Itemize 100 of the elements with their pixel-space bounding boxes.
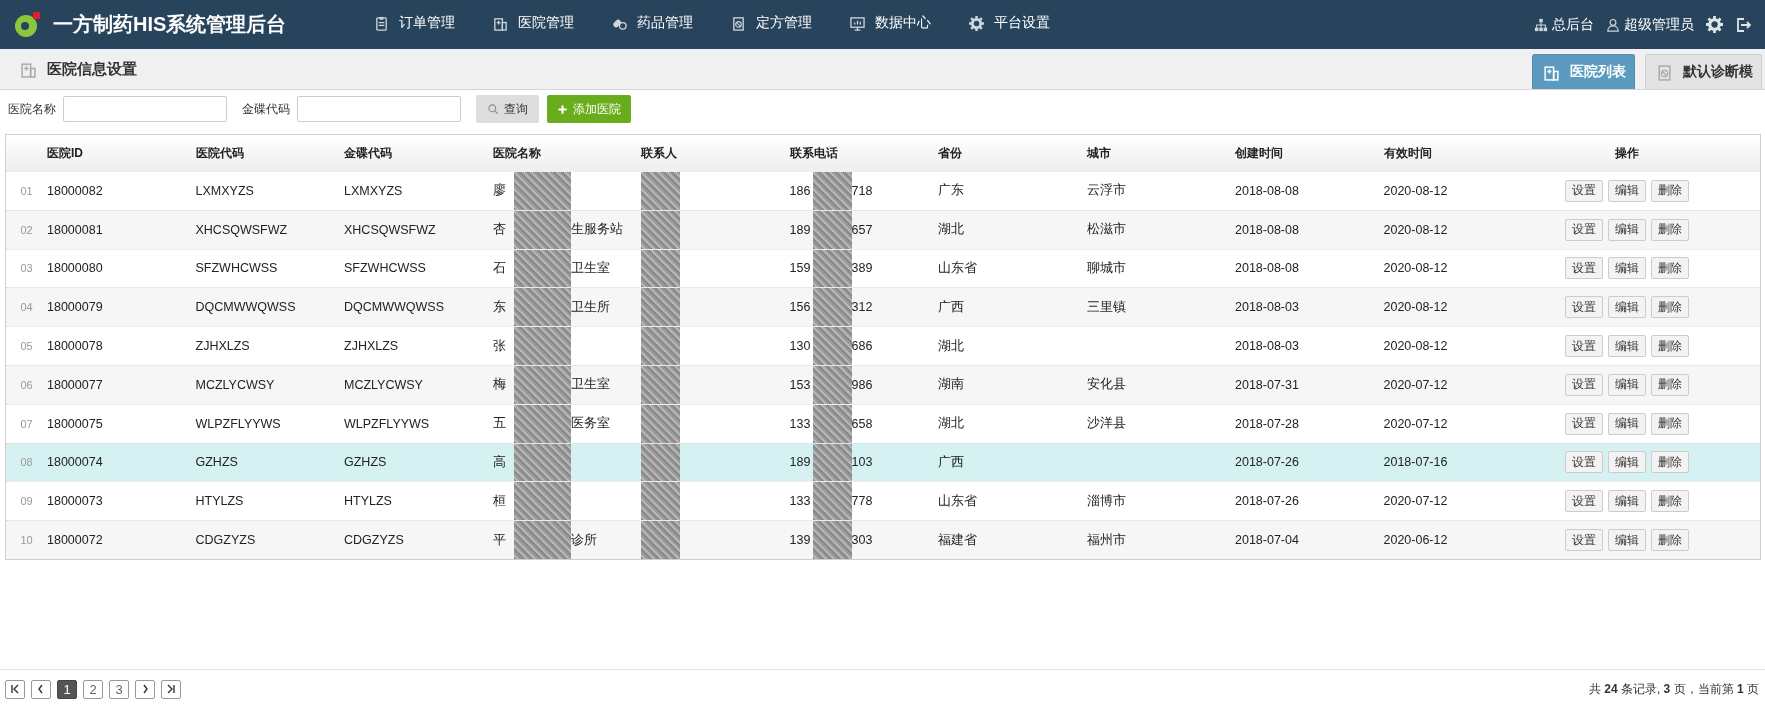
table-cell-text: 桓: [492, 492, 507, 510]
table-cell: 18000074: [47, 455, 103, 470]
input-field[interactable]: [63, 96, 227, 122]
page-button[interactable]: 3: [109, 679, 129, 699]
next-page-button[interactable]: [135, 679, 155, 699]
table-cell: 松滋市: [1086, 221, 1126, 239]
row-number: 03: [20, 262, 33, 275]
table-cell: ZJHXLZS: [344, 339, 399, 354]
redaction-block: [812, 327, 852, 365]
action-button[interactable]: 设置: [1565, 179, 1603, 202]
page-button[interactable]: 1: [57, 679, 77, 699]
table-cell: 湖北: [938, 415, 964, 433]
table-cell: 2018-08-08: [1235, 222, 1299, 237]
action-button[interactable]: 设置: [1565, 335, 1603, 358]
table-cell: GZHZS: [344, 455, 387, 470]
action-button[interactable]: 编辑: [1608, 335, 1646, 358]
table-cell: 18000073: [47, 494, 103, 509]
action-button[interactable]: 编辑: [1608, 451, 1646, 474]
hospital-icon: [20, 60, 37, 78]
table-cell: 658: [851, 416, 873, 431]
action-button[interactable]: 设置: [1565, 490, 1603, 513]
redaction-block: [641, 366, 680, 404]
action-button[interactable]: 编辑: [1608, 490, 1646, 513]
table-cell: 广西: [938, 298, 964, 316]
action-button[interactable]: 删除: [1651, 451, 1689, 474]
table-cell: 广东: [938, 182, 964, 200]
nav-item[interactable]: 订单管理: [360, 0, 469, 49]
table-cell: 山东省: [938, 260, 977, 277]
action-button[interactable]: 删除: [1651, 412, 1689, 435]
action-button[interactable]: 设置: [1565, 529, 1603, 552]
table-cell: 安化县: [1086, 376, 1126, 394]
redaction-block: [513, 404, 571, 443]
nav-item[interactable]: 医院管理: [479, 0, 588, 49]
previous-page-button[interactable]: [31, 679, 51, 699]
redaction-block: [641, 210, 680, 249]
tab[interactable]: 默认诊断模: [1645, 54, 1762, 89]
input-field[interactable]: [297, 96, 461, 122]
nav-item[interactable]: 药品管理: [598, 0, 707, 49]
redaction-block: [641, 443, 680, 482]
redaction-block: [812, 172, 852, 210]
redaction-block: [641, 327, 680, 365]
user-menu-item[interactable]: 总后台: [1534, 15, 1594, 34]
redaction-block: [812, 210, 852, 249]
row-number: 05: [20, 340, 33, 353]
settings-icon[interactable]: [1706, 16, 1723, 33]
row-number: 04: [20, 301, 33, 314]
action-button[interactable]: 编辑: [1608, 179, 1646, 202]
action-button[interactable]: 删除: [1651, 218, 1689, 241]
nav-item[interactable]: 定方管理: [717, 0, 826, 49]
table-cell: 686: [851, 339, 873, 354]
table-cell: 2018-08-08: [1235, 261, 1299, 276]
table-cell: 2018-08-03: [1235, 300, 1299, 315]
action-button[interactable]: 设置: [1565, 451, 1603, 474]
table-cell: 2020-07-12: [1383, 377, 1448, 392]
action-button[interactable]: 删除: [1651, 373, 1689, 396]
action-button[interactable]: 设置: [1565, 218, 1603, 241]
action-button[interactable]: 编辑: [1608, 412, 1646, 435]
page-button[interactable]: 2: [83, 679, 103, 699]
action-button[interactable]: 设置: [1565, 257, 1603, 280]
table-cell: 2018-07-16: [1383, 455, 1448, 470]
table-cell-text: 156: [789, 300, 812, 315]
table-cell-text: 139: [789, 533, 812, 548]
action-button[interactable]: 删除: [1651, 179, 1689, 202]
plus-icon: [557, 103, 568, 115]
row-number: 10: [20, 534, 33, 547]
action-button[interactable]: 编辑: [1608, 257, 1646, 280]
nav-item[interactable]: 平台设置: [955, 0, 1064, 49]
user-menu-item[interactable]: 超级管理员: [1606, 15, 1694, 34]
action-button[interactable]: 设置: [1565, 412, 1603, 435]
redaction-block: [812, 482, 852, 521]
search-button[interactable]: 查询: [476, 95, 539, 123]
action-button[interactable]: 删除: [1651, 296, 1689, 319]
table-cell: 湖北: [938, 221, 964, 239]
action-button[interactable]: 删除: [1651, 529, 1689, 552]
table-cell-text: 133: [789, 416, 812, 431]
action-button[interactable]: 删除: [1651, 490, 1689, 513]
logout-icon[interactable]: [1735, 16, 1751, 33]
redaction-block: [812, 443, 852, 482]
table-cell: 103: [851, 455, 873, 470]
table-cell-text: 石: [492, 260, 507, 277]
column-header: 医院ID: [47, 144, 84, 162]
last-page-button[interactable]: [161, 679, 181, 699]
action-button[interactable]: 编辑: [1608, 296, 1646, 319]
redaction-block: [812, 249, 852, 288]
action-button[interactable]: 编辑: [1608, 529, 1646, 552]
action-button[interactable]: 设置: [1565, 296, 1603, 319]
table-cell: CDGZYZS: [195, 533, 256, 548]
table-cell: 18000079: [47, 300, 103, 315]
redaction-block: [513, 327, 571, 365]
nav-item[interactable]: 数据中心: [836, 0, 945, 49]
redaction-block: [513, 482, 571, 521]
first-page-button[interactable]: [5, 679, 25, 699]
table-cell-text: 廖: [492, 182, 507, 200]
action-button[interactable]: 编辑: [1608, 218, 1646, 241]
action-button[interactable]: 设置: [1565, 373, 1603, 396]
logo-icon: [14, 11, 41, 38]
action-button[interactable]: 编辑: [1608, 373, 1646, 396]
action-button[interactable]: 删除: [1651, 257, 1689, 280]
action-button[interactable]: 删除: [1651, 335, 1689, 358]
table-cell: 云浮市: [1086, 182, 1126, 200]
